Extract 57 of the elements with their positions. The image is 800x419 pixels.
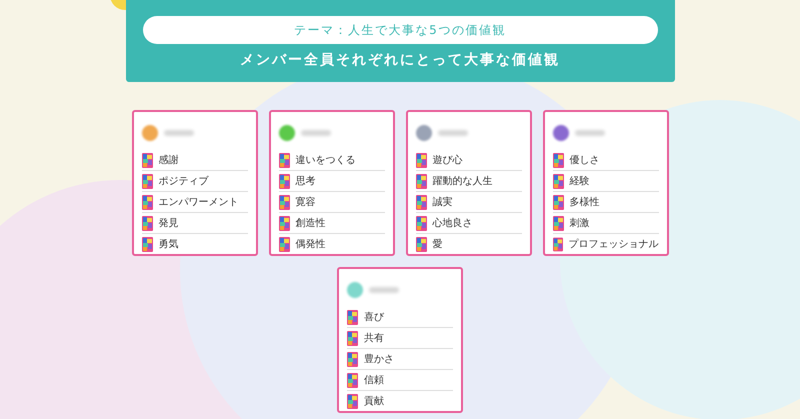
- value-label: 寛容: [296, 196, 316, 210]
- value-label: 刺激: [570, 216, 590, 230]
- blurred-name: [369, 287, 399, 293]
- card-icon: [552, 194, 564, 210]
- card-icon: [278, 237, 290, 252]
- value-label: 喜び: [364, 310, 384, 324]
- value-label: 違いをつくる: [296, 154, 356, 168]
- value-label: 優しさ: [570, 154, 600, 168]
- card-icon: [347, 330, 358, 346]
- value-label: 創造性: [296, 216, 326, 230]
- value-label: 誠実: [432, 196, 452, 210]
- card-icon: [552, 237, 562, 252]
- value-label: 偶発性: [296, 238, 326, 252]
- blurred-name: [438, 130, 468, 136]
- card-icon: [552, 216, 564, 230]
- blurred-name: [300, 130, 330, 136]
- value-label: 愛: [432, 238, 442, 252]
- value-label: 躍動的な人生: [432, 174, 492, 188]
- card-icon: [142, 216, 152, 230]
- value-label: エンパワーメント: [158, 196, 238, 210]
- value-label: 発見: [158, 216, 178, 230]
- value-label: 多様性: [570, 196, 600, 210]
- blurred-name: [164, 130, 194, 136]
- value-label: 勇気: [158, 238, 178, 252]
- value-label: プロフェッショナル: [568, 238, 658, 252]
- value-label: 貢献: [364, 394, 384, 409]
- header-title: メンバー全員それぞれにとって大事な価値観: [240, 51, 560, 70]
- card-icon: [416, 216, 426, 230]
- value-label: ポジティブ: [158, 174, 208, 188]
- card-icon: [278, 194, 290, 210]
- value-label: 思考: [296, 174, 316, 188]
- card-icon: [142, 174, 152, 188]
- card-icon: [278, 174, 290, 188]
- card-icon: [416, 194, 426, 210]
- value-label: 豊かさ: [364, 352, 394, 366]
- card-icon: [552, 152, 564, 168]
- card-icon: [142, 237, 152, 252]
- card-icon: [347, 310, 358, 324]
- card-icon: [278, 152, 290, 168]
- card-icon: [416, 152, 426, 168]
- theme-label: テーマ：人生で大事な5つの価値観: [142, 16, 658, 44]
- card-icon: [347, 372, 358, 388]
- card-icon: [142, 152, 152, 168]
- value-label: 心地良さ: [432, 216, 472, 230]
- value-label: 経験: [570, 174, 590, 188]
- blurred-name: [574, 130, 604, 136]
- card-icon: [347, 394, 358, 409]
- card-icon: [552, 174, 564, 188]
- card-icon: [416, 237, 426, 252]
- card-icon: [347, 352, 358, 366]
- value-label: 遊び心: [432, 154, 462, 168]
- value-label: 信頼: [364, 374, 384, 388]
- value-label: 感謝: [158, 154, 178, 168]
- card-icon: [278, 216, 290, 230]
- card-icon: [416, 174, 426, 188]
- card-icon: [142, 194, 152, 210]
- value-label: 共有: [364, 332, 384, 346]
